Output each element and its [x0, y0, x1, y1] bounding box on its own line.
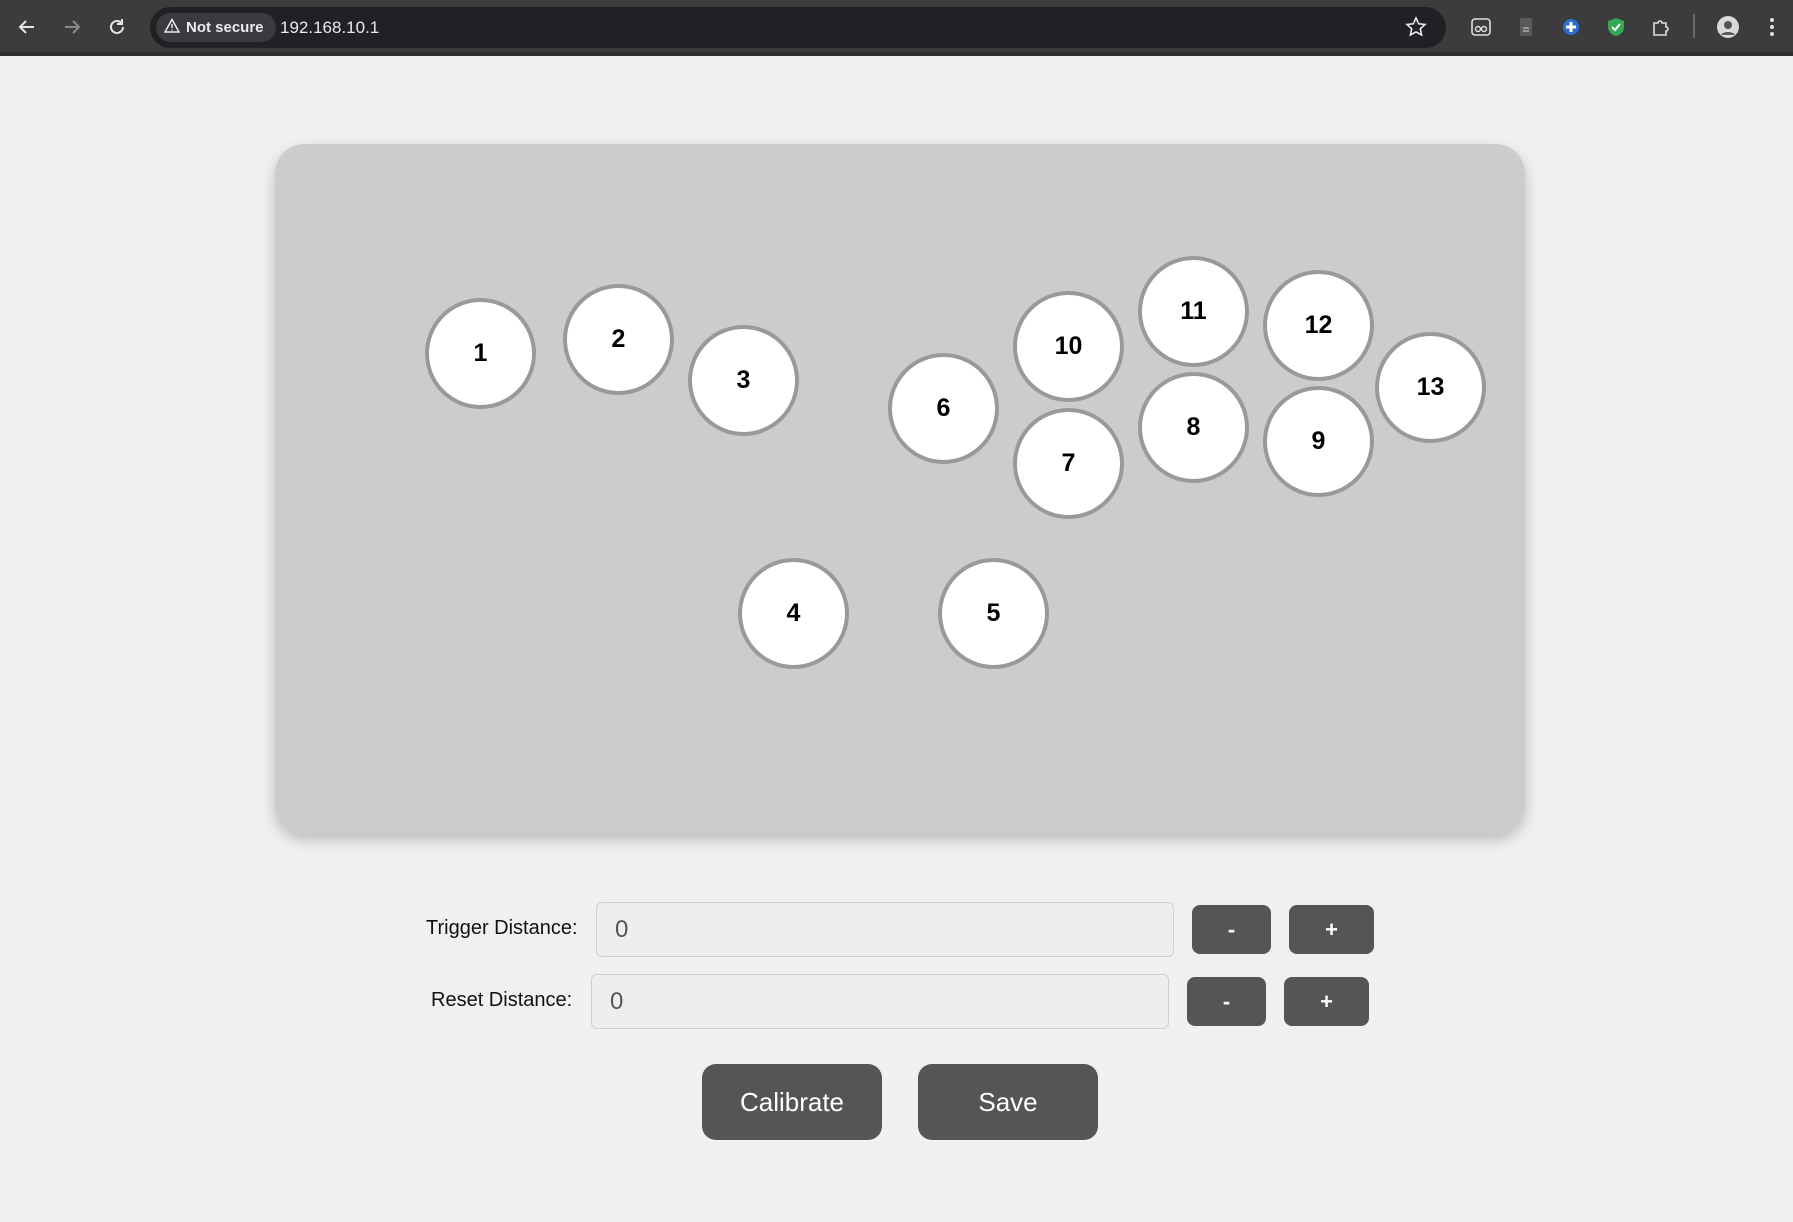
toolbar-shadow — [0, 52, 1793, 56]
reset-distance-input[interactable]: 0 — [591, 974, 1169, 1029]
security-label: Not secure — [186, 19, 264, 36]
reset-distance-label: Reset Distance: — [431, 989, 573, 1011]
menu-dots-icon[interactable] — [1757, 12, 1787, 42]
pad-button-4[interactable]: 4 — [738, 558, 849, 669]
pad-button-2[interactable]: 2 — [563, 284, 674, 395]
security-chip[interactable]: Not secure — [156, 13, 276, 42]
pad-button-10[interactable]: 10 — [1013, 291, 1124, 402]
reset-decrement-button[interactable]: - — [1187, 977, 1266, 1026]
trigger-distance-label: Trigger Distance: — [426, 917, 578, 939]
reset-increment-button[interactable]: + — [1284, 977, 1369, 1026]
calibrate-button[interactable]: Calibrate — [702, 1064, 882, 1140]
pad-button-11[interactable]: 11 — [1138, 256, 1249, 367]
pad-button-12[interactable]: 12 — [1263, 270, 1374, 381]
pad-button-3[interactable]: 3 — [688, 325, 799, 436]
document-extension-icon[interactable] — [1511, 12, 1541, 42]
forward-arrow-icon[interactable] — [55, 10, 89, 44]
trigger-distance-input[interactable]: 0 — [596, 902, 1174, 957]
bookmark-star-icon[interactable] — [1402, 13, 1430, 41]
browser-toolbar: Not secure 192.168.10.1 — [0, 0, 1793, 56]
warning-triangle-icon — [163, 17, 181, 38]
blue-shield-extension-icon[interactable] — [1556, 12, 1586, 42]
reader-extension-icon[interactable] — [1466, 12, 1496, 42]
extensions-puzzle-icon[interactable] — [1646, 12, 1676, 42]
profile-avatar-icon[interactable] — [1713, 12, 1743, 42]
pad-button-5[interactable]: 5 — [938, 558, 1049, 669]
pad-button-13[interactable]: 13 — [1375, 332, 1486, 443]
pad-button-1[interactable]: 1 — [425, 298, 536, 409]
address-bar[interactable]: Not secure 192.168.10.1 — [150, 7, 1446, 48]
toolbar-divider — [1693, 14, 1695, 38]
controller-pad: 1 2 3 4 5 6 7 8 9 10 11 12 13 — [275, 144, 1525, 834]
trigger-decrement-button[interactable]: - — [1192, 905, 1271, 954]
pad-button-9[interactable]: 9 — [1263, 386, 1374, 497]
back-arrow-icon[interactable] — [10, 10, 44, 44]
green-shield-extension-icon[interactable] — [1601, 12, 1631, 42]
save-button[interactable]: Save — [918, 1064, 1098, 1140]
trigger-increment-button[interactable]: + — [1289, 905, 1374, 954]
pad-button-7[interactable]: 7 — [1013, 408, 1124, 519]
url-text[interactable]: 192.168.10.1 — [280, 18, 379, 38]
pad-button-8[interactable]: 8 — [1138, 372, 1249, 483]
reload-icon[interactable] — [100, 10, 134, 44]
pad-button-6[interactable]: 6 — [888, 353, 999, 464]
